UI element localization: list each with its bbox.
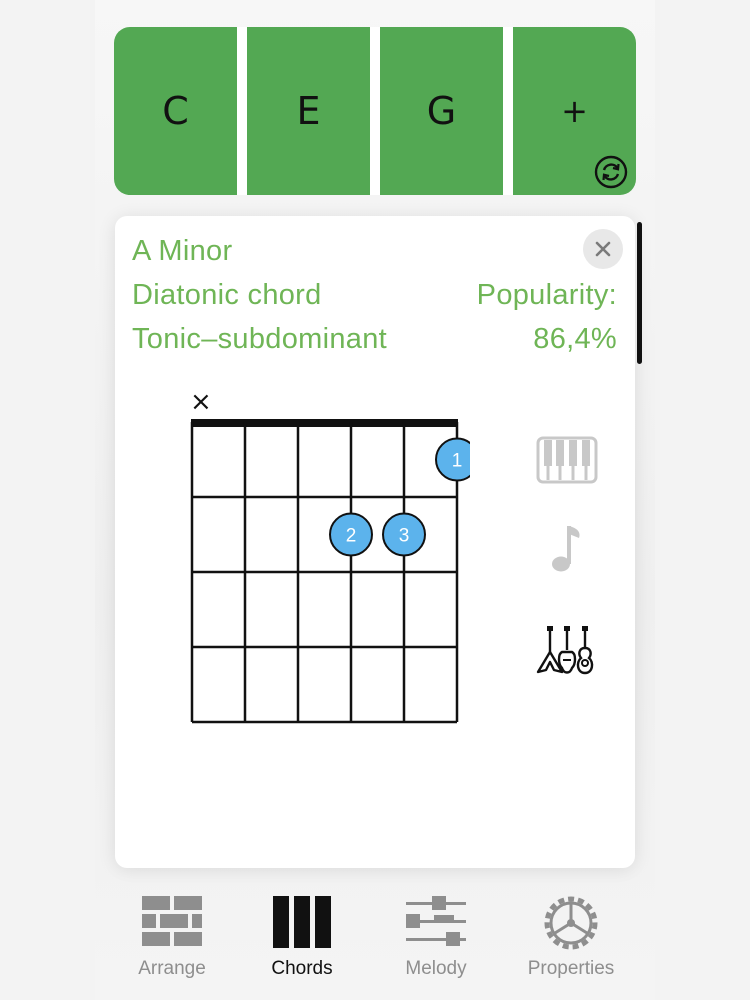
note-label: C — [162, 89, 189, 133]
tab-label: Arrange — [138, 958, 206, 979]
tab-melody[interactable]: Melody — [376, 880, 496, 990]
tab-arrange[interactable]: Arrange — [112, 880, 232, 990]
finger-dot: 1 — [435, 437, 470, 482]
music-note-icon[interactable] — [549, 522, 583, 574]
finger-number: 2 — [346, 526, 357, 547]
tab-properties[interactable]: Properties — [511, 880, 631, 990]
tab-chords[interactable]: Chords — [242, 880, 362, 990]
chord-diagram: × 1 2 3 — [190, 390, 470, 724]
close-icon — [595, 241, 611, 257]
finger-number: 1 — [452, 451, 463, 472]
scroll-indicator[interactable] — [637, 222, 642, 364]
add-note-button[interactable]: + — [513, 27, 636, 195]
tab-label: Properties — [527, 958, 615, 979]
chords-icon — [273, 896, 331, 948]
note-tile-e[interactable]: E — [247, 27, 370, 195]
finger-dot: 2 — [329, 512, 373, 557]
plus-label: + — [561, 92, 588, 130]
piano-icon[interactable] — [536, 436, 598, 484]
note-tile-g[interactable]: G — [380, 27, 503, 195]
chord-type: Diatonic chord — [132, 279, 322, 311]
chord-function: Tonic–subdominant — [132, 323, 387, 355]
background-left — [0, 0, 95, 1000]
finger-dot: 3 — [382, 512, 426, 557]
sliders-icon — [406, 896, 466, 946]
tab-label: Chords — [271, 958, 333, 979]
bricks-icon — [142, 896, 202, 946]
popularity-label: Popularity: — [476, 279, 617, 311]
gear-wheel-icon — [544, 896, 598, 950]
fret-grid — [190, 419, 459, 724]
guitars-icon[interactable] — [536, 624, 598, 676]
tab-bar: Arrange Chords Melody Properties — [95, 880, 655, 990]
close-button[interactable] — [583, 229, 623, 269]
muted-string-marker: × — [190, 390, 212, 417]
chord-notes-bar: C E G + — [114, 27, 636, 195]
tab-label: Melody — [405, 958, 467, 979]
chord-name: A Minor — [132, 235, 233, 267]
finger-number: 3 — [399, 526, 410, 547]
note-label: G — [426, 89, 457, 133]
nut — [191, 419, 458, 427]
cycle-icon[interactable] — [594, 155, 628, 189]
background-right — [655, 0, 750, 1000]
note-label: E — [296, 89, 321, 133]
note-tile-c[interactable]: C — [114, 27, 237, 195]
popularity-value: 86,4% — [533, 323, 617, 355]
